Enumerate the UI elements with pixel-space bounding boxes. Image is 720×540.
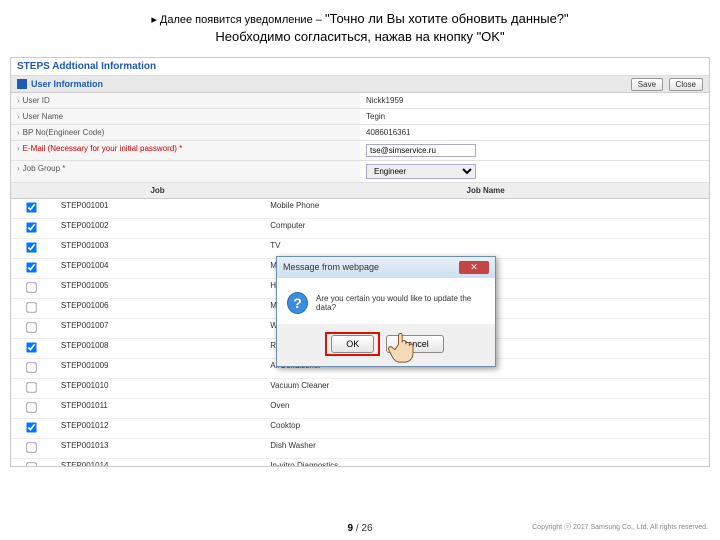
label-bpno: BP No(Engineer Code) — [23, 128, 105, 137]
page-title: STEPS Addtional Information — [11, 58, 709, 76]
label-username: User Name — [23, 112, 63, 121]
save-button[interactable]: Save — [631, 78, 663, 91]
job-code: STEP001012 — [53, 419, 262, 438]
dialog-message: Are you certain you would like to update… — [316, 294, 485, 312]
job-name: Dish Washer — [262, 439, 709, 458]
table-row: STEP001014In-vitro Diagnostics — [11, 459, 709, 466]
row-checkbox[interactable] — [27, 223, 37, 233]
job-code: STEP001002 — [53, 219, 262, 238]
row-checkbox[interactable] — [27, 423, 37, 433]
job-code: STEP001005 — [53, 279, 262, 298]
user-icon — [17, 79, 27, 89]
row-checkbox[interactable] — [27, 203, 37, 213]
instruction-text: ▸ Далее появится уведомление – "Точно ли… — [0, 0, 720, 53]
job-code: STEP001006 — [53, 299, 262, 318]
job-code: STEP001011 — [53, 399, 262, 418]
embedded-screenshot: STEPS Addtional Information User Informa… — [10, 57, 710, 467]
job-code: STEP001010 — [53, 379, 262, 398]
confirm-dialog: Message from webpage ✕ ? Are you certain… — [276, 256, 496, 367]
job-code: STEP001008 — [53, 339, 262, 358]
table-row: STEP001002Computer — [11, 219, 709, 239]
row-checkbox[interactable] — [27, 443, 37, 453]
section-userinfo: User Information Save Close — [11, 76, 709, 94]
row-checkbox[interactable] — [27, 343, 37, 353]
table-row: STEP001012Cooktop — [11, 419, 709, 439]
close-button[interactable]: Close — [669, 78, 703, 91]
job-code: STEP001014 — [53, 459, 262, 466]
table-row: STEP001011Oven — [11, 399, 709, 419]
email-field[interactable] — [366, 144, 476, 157]
dialog-title: Message from webpage — [283, 262, 379, 272]
cancel-button[interactable]: Cancel — [386, 335, 444, 353]
row-checkbox[interactable] — [27, 463, 37, 467]
row-checkbox[interactable] — [27, 283, 37, 293]
job-name: Cooktop — [262, 419, 709, 438]
value-username: Tegin — [360, 109, 709, 124]
table-header: Job Job Name — [11, 183, 709, 199]
job-name: Oven — [262, 399, 709, 418]
job-code: STEP001007 — [53, 319, 262, 338]
row-checkbox[interactable] — [27, 303, 37, 313]
label-jobgroup: Job Group * — [23, 164, 66, 173]
label-userid: User ID — [23, 96, 50, 105]
row-checkbox[interactable] — [27, 263, 37, 273]
row-checkbox[interactable] — [27, 323, 37, 333]
row-checkbox[interactable] — [27, 243, 37, 253]
row-checkbox[interactable] — [27, 403, 37, 413]
label-email: E-Mail (Necessary for your initial passw… — [23, 144, 183, 153]
job-code: STEP001013 — [53, 439, 262, 458]
table-row: STEP001001Mobile Phone — [11, 199, 709, 219]
job-code: STEP001003 — [53, 239, 262, 258]
job-name: Computer — [262, 219, 709, 238]
value-bpno: 4086016361 — [360, 125, 709, 140]
table-row: STEP001013Dish Washer — [11, 439, 709, 459]
row-checkbox[interactable] — [27, 383, 37, 393]
value-userid: Nickk1959 — [360, 93, 709, 108]
copyright: Copyright ⓒ 2017 Samsung Co., Ltd. All r… — [532, 522, 708, 532]
job-code: STEP001001 — [53, 199, 262, 218]
jobgroup-select[interactable]: Engineer — [366, 164, 476, 179]
job-code: STEP001004 — [53, 259, 262, 278]
job-name: Mobile Phone — [262, 199, 709, 218]
table-row: STEP001010Vacuum Cleaner — [11, 379, 709, 399]
job-name: In-vitro Diagnostics — [262, 459, 709, 466]
close-icon[interactable]: ✕ — [459, 261, 489, 274]
question-icon: ? — [287, 292, 308, 314]
ok-highlight: OK — [325, 332, 380, 356]
row-checkbox[interactable] — [27, 363, 37, 373]
job-code: STEP001009 — [53, 359, 262, 378]
ok-button[interactable]: OK — [331, 335, 374, 353]
job-name: Vacuum Cleaner — [262, 379, 709, 398]
bullet-arrow: ▸ Далее появится уведомление – — [151, 14, 325, 26]
